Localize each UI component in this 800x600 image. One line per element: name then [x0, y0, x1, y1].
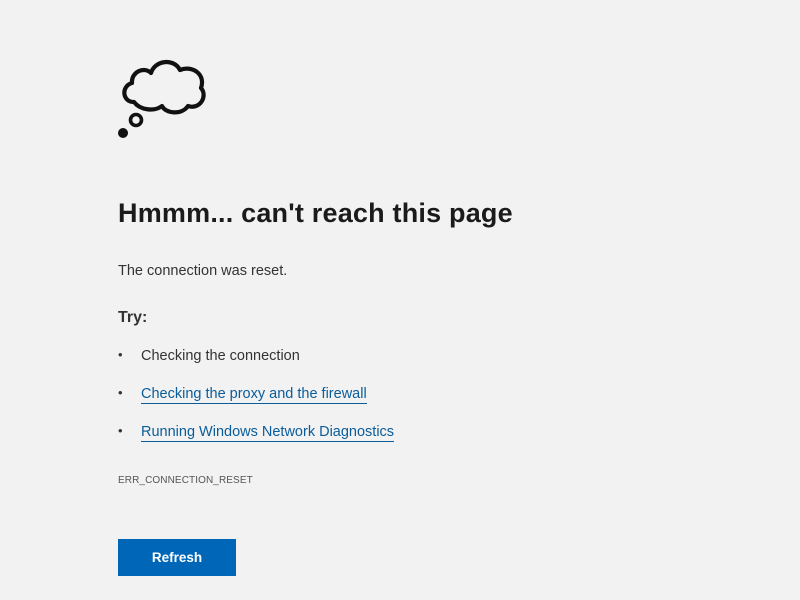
proxy-firewall-link[interactable]: Checking the proxy and the firewall: [141, 386, 367, 404]
thought-cloud-icon: [118, 60, 206, 138]
error-code: ERR_CONNECTION_RESET: [118, 475, 253, 486]
suggestion-text-check-connection: Checking the connection: [141, 348, 300, 364]
network-diagnostics-link[interactable]: Running Windows Network Diagnostics: [141, 424, 395, 442]
try-heading: Try:: [118, 309, 148, 326]
bullet: •: [118, 423, 123, 438]
page-title: Hmmm... can't reach this page: [118, 198, 513, 228]
bullet: •: [118, 347, 123, 362]
bullet: •: [118, 385, 123, 400]
refresh-button[interactable]: Refresh: [118, 539, 236, 576]
error-page: Hmmm... can't reach this page The connec…: [0, 0, 800, 600]
error-message: The connection was reset.: [118, 263, 288, 279]
